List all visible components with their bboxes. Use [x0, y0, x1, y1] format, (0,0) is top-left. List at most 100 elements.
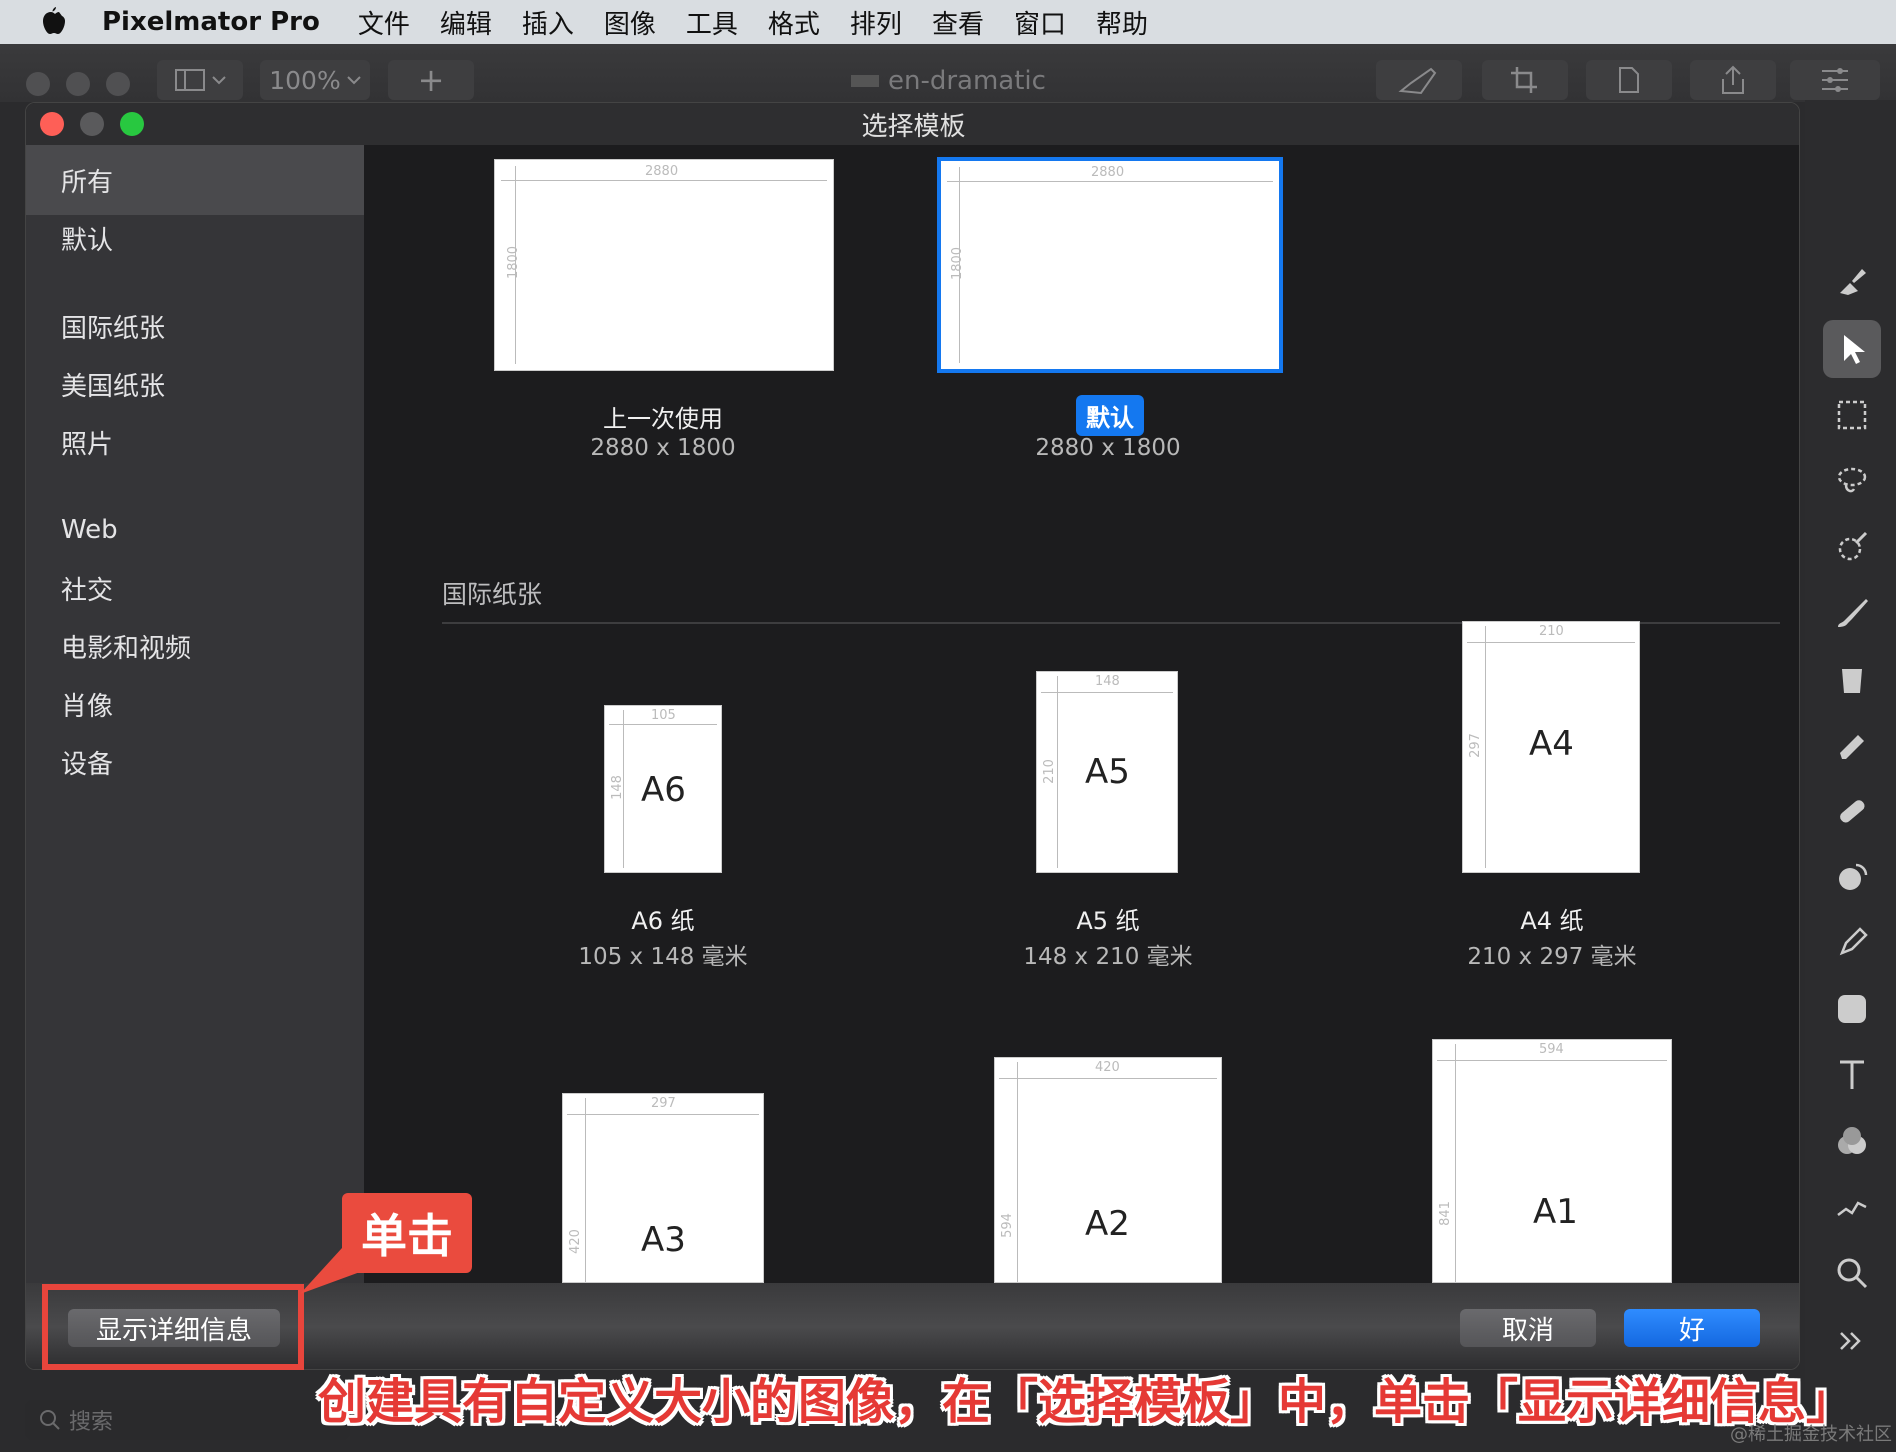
new-document-button[interactable]: [1586, 60, 1672, 100]
double-chevron-right-icon: [1840, 1332, 1861, 1350]
thumb-width-label: 594: [1539, 1042, 1564, 1057]
template-sidebar: 所有 默认 国际纸张 美国纸张 照片 Web 社交 电影和视频 肖像 设备: [26, 145, 364, 1283]
template-size-a6: 105 x 148 毫米: [578, 944, 748, 970]
menu-help[interactable]: 帮助: [1096, 4, 1148, 41]
tool-paint[interactable]: [1823, 252, 1881, 310]
brush-tool-button[interactable]: [1376, 60, 1462, 100]
tool-fill[interactable]: [1823, 650, 1881, 708]
sidebar-item-device[interactable]: 设备: [26, 727, 364, 797]
adjustments-button[interactable]: [1790, 60, 1880, 100]
menu-view[interactable]: 查看: [932, 4, 984, 41]
share-button[interactable]: [1690, 60, 1776, 100]
sidebar-item-default[interactable]: 默认: [26, 203, 364, 273]
chevron-down-icon: [212, 76, 226, 85]
template-size-a4: 210 x 297 毫米: [1467, 944, 1637, 970]
menu-format[interactable]: 格式: [768, 4, 820, 41]
lasso-icon: [1837, 467, 1867, 493]
tool-quick-select[interactable]: [1823, 518, 1881, 576]
tool-pen[interactable]: [1823, 914, 1881, 972]
thumb-width-label: 148: [1095, 674, 1120, 689]
thumb-width-label: 210: [1539, 624, 1564, 639]
ok-button[interactable]: 好: [1624, 1309, 1760, 1347]
template-name-last-used: 上一次使用: [603, 405, 723, 433]
thumb-height-label: 1800: [506, 245, 522, 280]
tool-eraser[interactable]: [1823, 716, 1881, 774]
dialog-close-button[interactable]: [40, 112, 64, 136]
bandage-icon: [1840, 800, 1865, 823]
sidebar-toggle-button[interactable]: [157, 60, 243, 100]
search-icon: [40, 1410, 60, 1430]
sidebar-item-photo[interactable]: 照片: [26, 407, 364, 477]
template-name-a6: A6 纸: [631, 907, 695, 935]
dialog-zoom-button[interactable]: [120, 112, 144, 136]
menu-edit[interactable]: 编辑: [440, 4, 492, 41]
thumb-height-label: 210: [1041, 759, 1057, 784]
paintbrush-icon: [1838, 599, 1868, 627]
template-name-a5: A5 纸: [1076, 907, 1140, 935]
thumb-height-label: 148: [609, 775, 625, 800]
document-page-icon: [1619, 67, 1639, 93]
thumb-width-label: 420: [1095, 1060, 1120, 1075]
thumb-height-label: 297: [1467, 733, 1483, 758]
tool-type[interactable]: [1823, 1046, 1881, 1104]
template-thumb-last-used[interactable]: 2880 1800: [494, 159, 834, 371]
callout-click-label: 单击: [342, 1193, 472, 1273]
main-zoom-dot[interactable]: [106, 72, 130, 96]
template-thumb-a2[interactable]: 420 594 A2: [994, 1057, 1222, 1283]
menu-insert[interactable]: 插入: [522, 4, 574, 41]
tool-rect-select[interactable]: [1823, 386, 1881, 444]
apple-icon[interactable]: [40, 7, 68, 37]
template-name-a4: A4 纸: [1520, 907, 1584, 935]
thumb-width-label: 105: [651, 708, 676, 723]
cancel-button[interactable]: 取消: [1460, 1309, 1596, 1347]
tool-color-adjust[interactable]: [1823, 1112, 1881, 1170]
chevron-down-icon: [347, 76, 361, 85]
template-thumb-a6[interactable]: 105 148 A6: [604, 705, 722, 873]
menu-app-name[interactable]: Pixelmator Pro: [102, 7, 320, 37]
template-thumb-a3[interactable]: 297 420 A3: [562, 1093, 764, 1283]
thumb-height-label: 1800: [950, 246, 966, 281]
thumb-width-label: 297: [651, 1096, 676, 1111]
dialog-minimize-button[interactable]: [80, 112, 104, 136]
tool-arrange[interactable]: [1823, 320, 1881, 378]
main-minimize-dot[interactable]: [66, 72, 90, 96]
rounded-square-icon: [1838, 995, 1866, 1023]
menu-tools[interactable]: 工具: [686, 4, 738, 41]
main-close-dot[interactable]: [26, 72, 50, 96]
paper-size-label: A3: [641, 1220, 686, 1260]
eraser-icon: [1840, 735, 1864, 759]
tool-shape[interactable]: [1823, 980, 1881, 1038]
highlight-box: [42, 1284, 304, 1370]
template-thumb-a5[interactable]: 148 210 A5: [1036, 671, 1178, 873]
template-thumb-a4[interactable]: 210 297 A4: [1462, 621, 1640, 873]
tool-effects[interactable]: [1823, 1178, 1881, 1236]
menu-file[interactable]: 文件: [358, 4, 410, 41]
tool-zoom[interactable]: [1823, 1244, 1881, 1302]
tool-repair[interactable]: [1823, 782, 1881, 840]
clone-stamp-icon: [1839, 863, 1868, 890]
tool-clone[interactable]: [1823, 848, 1881, 906]
document-title: en-dramatic: [850, 66, 1046, 96]
menu-arrange[interactable]: 排列: [850, 4, 902, 41]
menu-window[interactable]: 窗口: [1014, 4, 1066, 41]
paint-bucket-icon: [1840, 269, 1866, 295]
dialog-title: 选择模板: [861, 111, 966, 142]
template-thumb-a1[interactable]: 594 841 A1: [1432, 1039, 1672, 1283]
document-icon: [851, 75, 879, 87]
search-field[interactable]: 搜索: [25, 1400, 350, 1440]
crop-button[interactable]: [1482, 60, 1568, 100]
tool-lasso[interactable]: [1823, 452, 1881, 510]
template-name-default-wrap: 默认: [960, 395, 1260, 436]
tool-brush[interactable]: [1823, 584, 1881, 642]
magic-select-icon: [1838, 531, 1868, 561]
sidebar-icon: [175, 69, 205, 91]
thumb-height-label: 594: [999, 1213, 1015, 1238]
template-size-last-used: 2880 x 1800: [590, 435, 736, 461]
zoom-dropdown[interactable]: 100%: [260, 60, 370, 100]
thumb-width-label: 2880: [1091, 165, 1125, 180]
pen-nib-icon: [1839, 927, 1868, 956]
document-title-text: en-dramatic: [888, 66, 1046, 96]
menu-image[interactable]: 图像: [604, 4, 656, 41]
template-thumb-default[interactable]: 2880 1800: [937, 157, 1283, 373]
add-layer-button[interactable]: +: [388, 60, 474, 100]
